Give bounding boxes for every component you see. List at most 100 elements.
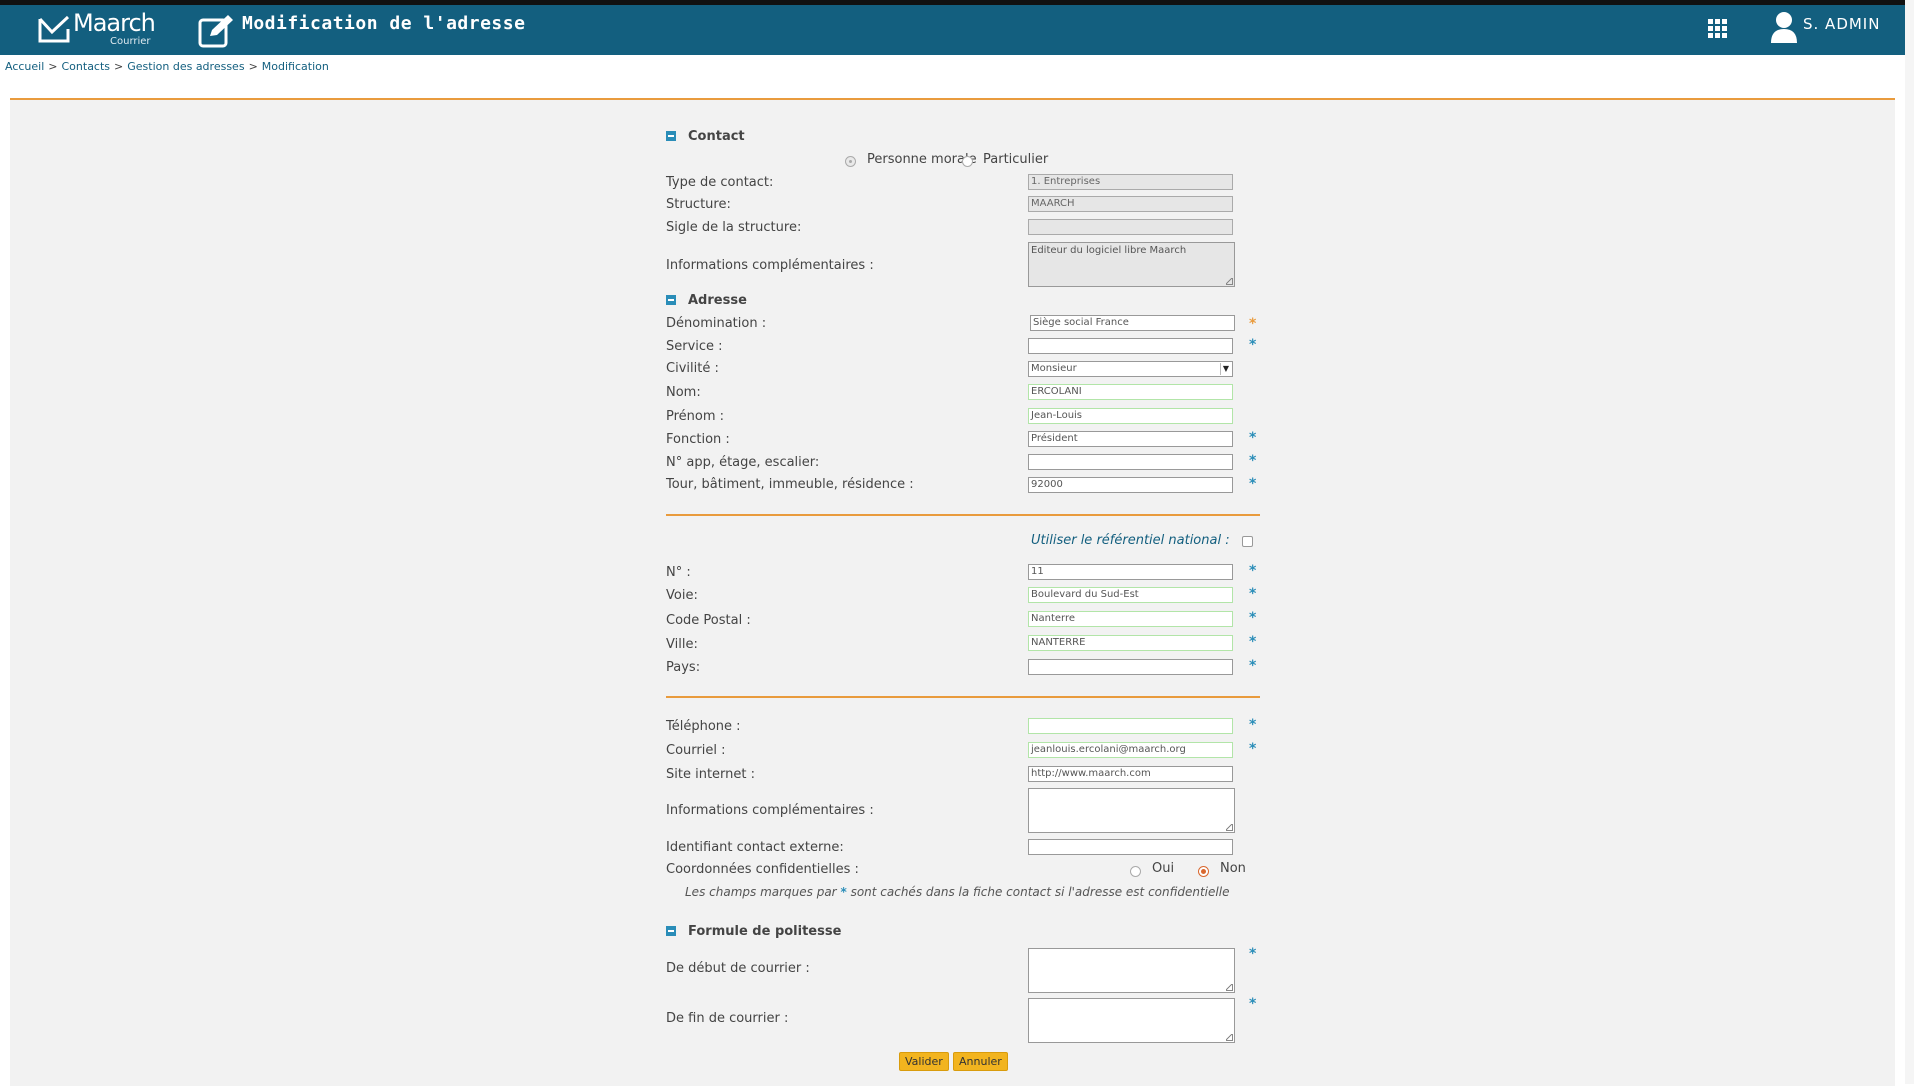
politesse-section-header[interactable]: Formule de politesse bbox=[666, 924, 841, 939]
address-form: Contact Personne morale Particulier Type… bbox=[656, 100, 1260, 1086]
confidential-star: * bbox=[1249, 586, 1257, 602]
politesse-section-title: Formule de politesse bbox=[688, 924, 842, 939]
breadcrumb-contacts[interactable]: Contacts bbox=[62, 60, 111, 73]
courriel-input[interactable]: jeanlouis.ercolani@maarch.org bbox=[1028, 742, 1233, 758]
envelope-check-icon bbox=[38, 15, 70, 43]
adresse-info-label: Informations complémentaires : bbox=[666, 803, 874, 818]
divider bbox=[666, 696, 1260, 698]
pays-label: Pays: bbox=[666, 660, 701, 675]
apps-grid-icon[interactable] bbox=[1707, 18, 1729, 40]
confidential-star: * bbox=[1249, 453, 1257, 469]
main-content: Contact Personne morale Particulier Type… bbox=[10, 98, 1895, 1086]
contact-section-title: Contact bbox=[688, 129, 745, 144]
cancel-button[interactable]: Annuler bbox=[953, 1052, 1008, 1071]
adresse-info-textarea[interactable] bbox=[1028, 788, 1235, 833]
voie-input[interactable]: Boulevard du Sud-Est bbox=[1028, 587, 1233, 603]
note-text-before: Les champs marques par bbox=[685, 885, 837, 899]
user-name[interactable]: S. ADMIN bbox=[1803, 15, 1880, 33]
debut-label: De début de courrier : bbox=[666, 961, 810, 976]
confidential-star: * bbox=[1249, 563, 1257, 579]
cp-input[interactable]: Nanterre bbox=[1028, 611, 1233, 627]
scrollbar[interactable] bbox=[1905, 0, 1914, 1084]
confidential-note: Les champs marques par * sont cachés dan… bbox=[685, 885, 1229, 899]
sigle-label: Sigle de la structure: bbox=[666, 220, 802, 235]
civilite-label: Civilité : bbox=[666, 361, 719, 376]
referentiel-label: Utiliser le référentiel national : bbox=[1031, 533, 1230, 548]
breadcrumb-home[interactable]: Accueil bbox=[5, 60, 44, 73]
confidential-star: * bbox=[1249, 717, 1257, 733]
collapse-icon[interactable] bbox=[666, 926, 676, 936]
radio-confid-oui-label: Oui bbox=[1152, 861, 1175, 876]
fin-textarea[interactable] bbox=[1028, 998, 1235, 1043]
logo-subtext: Courrier bbox=[110, 36, 151, 47]
site-label: Site internet : bbox=[666, 767, 756, 782]
collapse-icon[interactable] bbox=[666, 295, 676, 305]
chevron-down-icon[interactable]: ▼ bbox=[1220, 363, 1231, 375]
ext-id-label: Identifiant contact externe: bbox=[666, 840, 844, 855]
pays-input[interactable] bbox=[1028, 659, 1233, 675]
maarch-logo[interactable]: Maarch Courrier bbox=[38, 9, 158, 49]
site-input[interactable]: http://www.maarch.com bbox=[1028, 766, 1233, 782]
tour-input[interactable]: 92000 bbox=[1028, 477, 1233, 493]
breadcrumb-addresses[interactable]: Gestion des adresses bbox=[127, 60, 244, 73]
confidential-star: * bbox=[1249, 946, 1257, 962]
app-header: Maarch Courrier Modification de l'adress… bbox=[0, 5, 1905, 55]
nom-input[interactable]: ERCOLANI bbox=[1028, 384, 1233, 400]
debut-textarea[interactable] bbox=[1028, 948, 1235, 993]
confidential-star: * bbox=[1249, 996, 1257, 1012]
note-star: * bbox=[840, 885, 847, 899]
divider bbox=[666, 514, 1260, 516]
user-icon[interactable] bbox=[1770, 11, 1798, 43]
telephone-label: Téléphone : bbox=[666, 719, 741, 734]
type-contact-field: 1. Entreprises bbox=[1028, 174, 1233, 190]
radio-particulier-label: Particulier bbox=[983, 152, 1049, 167]
numero-label: N° : bbox=[666, 565, 691, 580]
breadcrumb-current[interactable]: Modification bbox=[262, 60, 329, 73]
edit-icon bbox=[198, 15, 233, 48]
validate-button[interactable]: Valider bbox=[899, 1052, 949, 1071]
prenom-label: Prénom : bbox=[666, 409, 725, 424]
note-text-after: sont cachés dans la fiche contact si l'a… bbox=[850, 885, 1230, 899]
contact-section-header[interactable]: Contact bbox=[666, 129, 745, 144]
confidential-star: * bbox=[1249, 741, 1257, 757]
sigle-field bbox=[1028, 219, 1233, 235]
courriel-label: Courriel : bbox=[666, 743, 726, 758]
structure-field: MAARCH bbox=[1028, 196, 1233, 212]
fonction-input[interactable]: Président bbox=[1028, 431, 1233, 447]
app-label: N° app, étage, escalier: bbox=[666, 455, 820, 470]
confidential-star: * bbox=[1249, 658, 1257, 674]
radio-particulier[interactable] bbox=[962, 156, 973, 167]
confidential-star: * bbox=[1249, 337, 1257, 353]
adresse-section-header[interactable]: Adresse bbox=[666, 293, 747, 308]
radio-personne-morale-label: Personne morale bbox=[867, 152, 977, 167]
radio-confid-non-label: Non bbox=[1220, 861, 1246, 876]
app-input[interactable] bbox=[1028, 454, 1233, 470]
numero-input[interactable]: 11 bbox=[1028, 564, 1233, 580]
ville-label: Ville: bbox=[666, 637, 698, 652]
ville-input[interactable]: NANTERRE bbox=[1028, 635, 1233, 651]
civilite-selected: Monsieur bbox=[1031, 363, 1077, 374]
service-label: Service : bbox=[666, 339, 723, 354]
service-input[interactable] bbox=[1028, 338, 1233, 354]
required-star: * bbox=[1249, 316, 1257, 332]
collapse-icon[interactable] bbox=[666, 131, 676, 141]
voie-label: Voie: bbox=[666, 588, 698, 603]
fin-label: De fin de courrier : bbox=[666, 1011, 789, 1026]
ext-id-input[interactable] bbox=[1028, 839, 1233, 855]
radio-confid-non[interactable] bbox=[1198, 866, 1209, 877]
logo-text: Maarch bbox=[73, 9, 156, 37]
radio-personne-morale[interactable] bbox=[845, 156, 856, 167]
cp-label: Code Postal : bbox=[666, 613, 751, 628]
structure-label: Structure: bbox=[666, 197, 731, 212]
adresse-section-title: Adresse bbox=[688, 293, 747, 308]
referentiel-checkbox[interactable] bbox=[1242, 536, 1253, 547]
confidential-star: * bbox=[1249, 634, 1257, 650]
radio-confid-oui[interactable] bbox=[1130, 866, 1141, 877]
telephone-input[interactable] bbox=[1028, 718, 1233, 734]
contact-info-label: Informations complémentaires : bbox=[666, 258, 874, 273]
denomination-input[interactable]: Siège social France bbox=[1030, 315, 1235, 331]
tour-label: Tour, bâtiment, immeuble, résidence : bbox=[666, 477, 914, 492]
confidential-star: * bbox=[1249, 430, 1257, 446]
civilite-select[interactable]: Monsieur ▼ bbox=[1028, 361, 1233, 377]
prenom-input[interactable]: Jean-Louis bbox=[1028, 408, 1233, 424]
